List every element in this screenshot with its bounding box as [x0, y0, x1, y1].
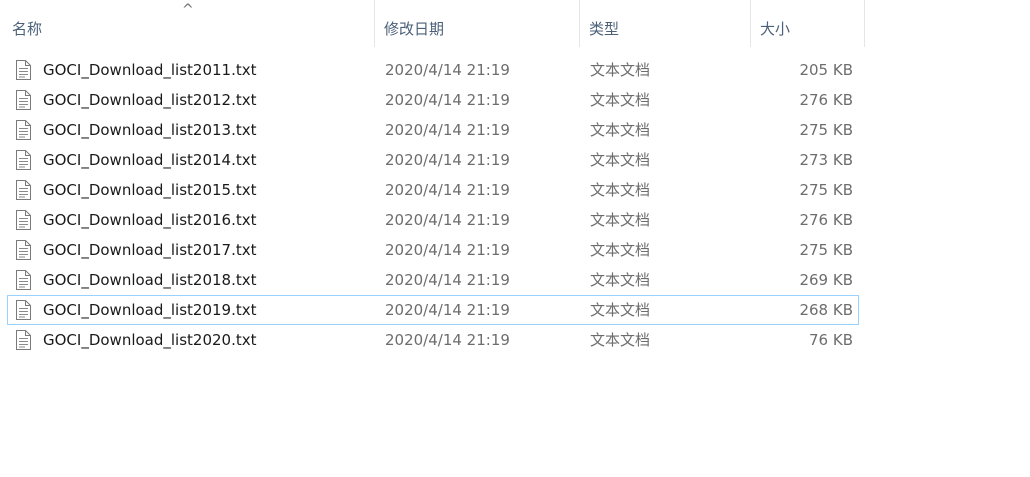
- text-file-icon: [15, 270, 31, 290]
- file-size: 275 KB: [799, 241, 853, 259]
- file-modified-date: 2020/4/14 21:19: [385, 121, 510, 139]
- file-type: 文本文档: [590, 271, 651, 289]
- column-header-date[interactable]: 修改日期: [375, 0, 580, 47]
- file-modified-date: 2020/4/14 21:19: [385, 271, 510, 289]
- file-size: 275 KB: [799, 121, 853, 139]
- file-type: 文本文档: [590, 241, 651, 259]
- text-file-icon: [15, 300, 31, 320]
- text-file-icon: [15, 210, 31, 230]
- file-modified-date: 2020/4/14 21:19: [385, 61, 510, 79]
- file-name: GOCI_Download_list2014.txt: [43, 151, 257, 169]
- text-file-icon: [15, 240, 31, 260]
- column-header-name[interactable]: 名称 ^: [0, 0, 375, 47]
- file-size: 268 KB: [799, 301, 853, 319]
- column-header-name-label: 名称: [12, 20, 43, 38]
- file-type: 文本文档: [590, 61, 651, 79]
- file-size: 269 KB: [799, 271, 853, 289]
- text-file-icon: [15, 90, 31, 110]
- file-size: 276 KB: [799, 91, 853, 109]
- file-modified-date: 2020/4/14 21:19: [385, 91, 510, 109]
- file-row[interactable]: GOCI_Download_list2017.txt 2020/4/14 21:…: [7, 235, 859, 265]
- file-modified-date: 2020/4/14 21:19: [385, 301, 510, 319]
- column-header-type[interactable]: 类型: [580, 0, 751, 47]
- file-type: 文本文档: [590, 181, 651, 199]
- column-header-bar: 名称 ^ 修改日期 类型 大小: [0, 0, 870, 47]
- text-file-icon: [15, 150, 31, 170]
- file-name: GOCI_Download_list2019.txt: [43, 301, 257, 319]
- file-type: 文本文档: [590, 151, 651, 169]
- file-name: GOCI_Download_list2017.txt: [43, 241, 257, 259]
- file-modified-date: 2020/4/14 21:19: [385, 241, 510, 259]
- column-header-date-label: 修改日期: [384, 20, 445, 38]
- sort-ascending-icon: ^: [182, 2, 194, 18]
- file-row[interactable]: GOCI_Download_list2013.txt 2020/4/14 21:…: [7, 115, 859, 145]
- file-type: 文本文档: [590, 211, 651, 229]
- text-file-icon: [15, 180, 31, 200]
- column-header-type-label: 类型: [589, 20, 620, 38]
- file-modified-date: 2020/4/14 21:19: [385, 211, 510, 229]
- file-row[interactable]: GOCI_Download_list2018.txt 2020/4/14 21:…: [7, 265, 859, 295]
- file-type: 文本文档: [590, 91, 651, 109]
- file-type: 文本文档: [590, 121, 651, 139]
- file-size: 276 KB: [799, 211, 853, 229]
- file-row[interactable]: GOCI_Download_list2011.txt 2020/4/14 21:…: [7, 55, 859, 85]
- file-list: GOCI_Download_list2011.txt 2020/4/14 21:…: [7, 55, 859, 355]
- file-row[interactable]: GOCI_Download_list2012.txt 2020/4/14 21:…: [7, 85, 859, 115]
- file-name: GOCI_Download_list2012.txt: [43, 91, 257, 109]
- file-name: GOCI_Download_list2015.txt: [43, 181, 257, 199]
- column-header-size-label: 大小: [760, 20, 791, 38]
- file-name: GOCI_Download_list2013.txt: [43, 121, 257, 139]
- file-size: 76 KB: [809, 331, 853, 349]
- file-type: 文本文档: [590, 301, 651, 319]
- file-name: GOCI_Download_list2020.txt: [43, 331, 257, 349]
- text-file-icon: [15, 60, 31, 80]
- file-modified-date: 2020/4/14 21:19: [385, 151, 510, 169]
- file-row[interactable]: GOCI_Download_list2014.txt 2020/4/14 21:…: [7, 145, 859, 175]
- file-size: 273 KB: [799, 151, 853, 169]
- file-size: 205 KB: [799, 61, 853, 79]
- file-explorer: 名称 ^ 修改日期 类型 大小 GOCI_Download_list2011.t…: [0, 0, 1030, 477]
- file-row[interactable]: GOCI_Download_list2020.txt 2020/4/14 21:…: [7, 325, 859, 355]
- text-file-icon: [15, 120, 31, 140]
- file-name: GOCI_Download_list2018.txt: [43, 271, 257, 289]
- file-row[interactable]: GOCI_Download_list2019.txt 2020/4/14 21:…: [7, 295, 859, 325]
- file-type: 文本文档: [590, 331, 651, 349]
- column-header-size[interactable]: 大小: [751, 0, 865, 47]
- file-name: GOCI_Download_list2011.txt: [43, 61, 257, 79]
- file-size: 275 KB: [799, 181, 853, 199]
- file-row[interactable]: GOCI_Download_list2015.txt 2020/4/14 21:…: [7, 175, 859, 205]
- text-file-icon: [15, 330, 31, 350]
- file-modified-date: 2020/4/14 21:19: [385, 331, 510, 349]
- file-modified-date: 2020/4/14 21:19: [385, 181, 510, 199]
- file-name: GOCI_Download_list2016.txt: [43, 211, 257, 229]
- file-row[interactable]: GOCI_Download_list2016.txt 2020/4/14 21:…: [7, 205, 859, 235]
